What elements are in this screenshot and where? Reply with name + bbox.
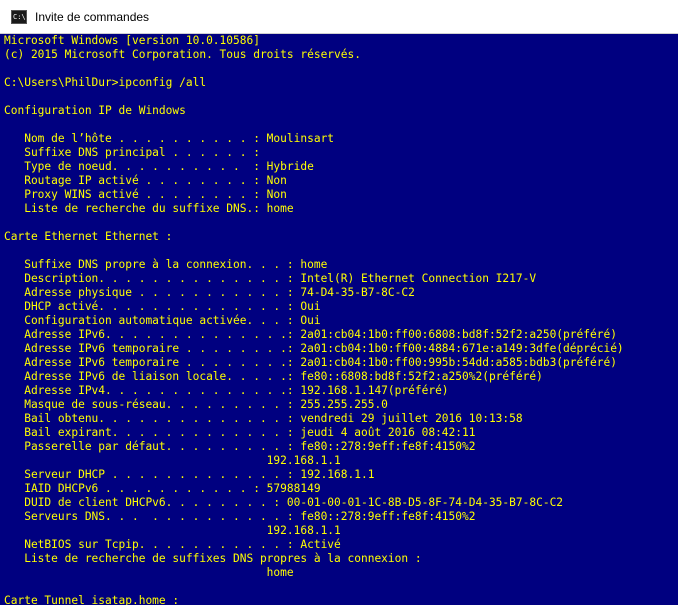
console-line: Adresse IPv6 de liaison locale. . . . .:…: [4, 370, 543, 383]
console-line: Adresse IPv6 temporaire . . . . . . . .:…: [4, 342, 624, 355]
window-titlebar[interactable]: C:\ Invite de commandes: [0, 0, 678, 34]
console-line: Type de noeud. . . . . . . . . . : Hybri…: [4, 160, 314, 173]
console-line: Liste de recherche de suffixes DNS propr…: [4, 552, 422, 565]
console-line: Nom de l’hôte . . . . . . . . . . : Moul…: [4, 132, 335, 145]
console-line: Carte Tunnel isatap.home :: [4, 594, 180, 605]
console-line: (c) 2015 Microsoft Corporation. Tous dro…: [4, 48, 361, 61]
console-line: Masque de sous-réseau. . . . . . . . . :…: [4, 398, 388, 411]
console-line: DHCP activé. . . . . . . . . . . . . . :…: [4, 300, 321, 313]
console-line: Bail obtenu. . . . . . . . . . . . . . :…: [4, 412, 523, 425]
console-line: Adresse IPv6 temporaire . . . . . . . .:…: [4, 356, 617, 369]
console-line: Suffixe DNS principal . . . . . . :: [4, 146, 260, 159]
console-line: Proxy WINS activé . . . . . . . . : Non: [4, 188, 287, 201]
console-line: Serveur DHCP . . . . . . . . . . . . . :…: [4, 468, 375, 481]
console-line: home: [4, 566, 294, 579]
console-line: DUID de client DHCPv6. . . . . . . . : 0…: [4, 496, 564, 509]
console-line: Configuration automatique activée. . . :…: [4, 314, 321, 327]
console-line: Routage IP activé . . . . . . . . : Non: [4, 174, 287, 187]
console-line: Configuration IP de Windows: [4, 104, 186, 117]
console-line: Liste de recherche du suffixe DNS.: home: [4, 202, 294, 215]
console-line: 192.168.1.1: [4, 454, 341, 467]
cmd-icon: C:\: [11, 9, 27, 24]
window-title: Invite de commandes: [35, 9, 150, 24]
console-output[interactable]: Microsoft Windows [version 10.0.10586] (c…: [0, 34, 678, 605]
console-line: Description. . . . . . . . . . . . . . :…: [4, 272, 537, 285]
console-line: Microsoft Windows [version 10.0.10586]: [4, 34, 260, 47]
console-line: Adresse physique . . . . . . . . . . . :…: [4, 286, 415, 299]
console-line: Bail expirant. . . . . . . . . . . . . :…: [4, 426, 476, 439]
console-line: Adresse IPv4. . . . . . . . . . . . . .:…: [4, 384, 449, 397]
console-line: IAID DHCPv6 . . . . . . . . . . . : 5798…: [4, 482, 321, 495]
console-line: Passerelle par défaut. . . . . . . . . :…: [4, 440, 476, 453]
console-line: 192.168.1.1: [4, 524, 341, 537]
console-line: C:\Users\PhilDur>ipconfig /all: [4, 76, 207, 89]
console-line: Adresse IPv6. . . . . . . . . . . . . .:…: [4, 328, 617, 341]
console-line: Serveurs DNS. . . . . . . . . . . . . : …: [4, 510, 476, 523]
console-line: Suffixe DNS propre à la connexion. . . :…: [4, 258, 328, 271]
console-line: NetBIOS sur Tcpip. . . . . . . . . . . :…: [4, 538, 341, 551]
console-line: Carte Ethernet Ethernet :: [4, 230, 173, 243]
